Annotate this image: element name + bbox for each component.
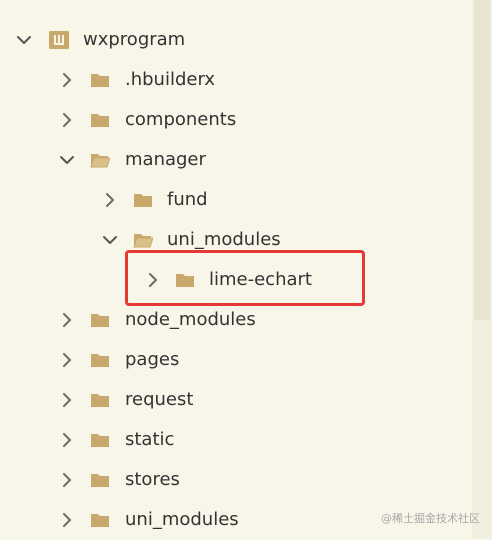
chevron-right-icon[interactable] bbox=[58, 431, 76, 449]
tree-item-label: stores bbox=[125, 469, 180, 490]
tree-item-request[interactable]: request bbox=[0, 380, 472, 420]
tree-item-stores[interactable]: stores bbox=[0, 460, 472, 500]
folder-icon bbox=[90, 311, 110, 329]
folder-open-icon bbox=[133, 231, 153, 249]
chevron-right-icon[interactable] bbox=[58, 511, 76, 529]
folder-icon bbox=[90, 71, 110, 89]
folder-icon bbox=[90, 431, 110, 449]
tree-item-pages[interactable]: pages bbox=[0, 340, 472, 380]
tree-item-label: node_modules bbox=[125, 309, 256, 330]
chevron-right-icon[interactable] bbox=[101, 191, 119, 209]
tree-item-label: request bbox=[125, 389, 194, 410]
chevron-right-icon[interactable] bbox=[58, 471, 76, 489]
tree-item-label: .hbuilderx bbox=[125, 69, 216, 90]
chevron-down-icon[interactable] bbox=[15, 31, 33, 49]
folder-icon bbox=[90, 351, 110, 369]
tree-item-label: components bbox=[125, 109, 237, 130]
tree-item-label: uni_modules bbox=[125, 509, 239, 530]
chevron-down-icon[interactable] bbox=[58, 151, 76, 169]
folder-open-icon bbox=[90, 151, 110, 169]
tree-item-components[interactable]: components bbox=[0, 100, 472, 140]
tree-item-wxprogram[interactable]: wxprogram bbox=[0, 20, 472, 60]
tree-item-fund[interactable]: fund bbox=[0, 180, 472, 220]
chevron-right-icon[interactable] bbox=[58, 111, 76, 129]
tree-item-label: static bbox=[125, 429, 175, 450]
watermark-text: @稀土掘金技术社区 bbox=[381, 512, 480, 525]
folder-icon bbox=[133, 191, 153, 209]
tree-item-hbuilderx[interactable]: .hbuilderx bbox=[0, 60, 472, 100]
chevron-right-icon[interactable] bbox=[58, 311, 76, 329]
chevron-right-icon[interactable] bbox=[58, 391, 76, 409]
tree-item-label: manager bbox=[125, 149, 206, 170]
tree-item-label: pages bbox=[125, 349, 180, 370]
tree-item-node-modules[interactable]: node_modules bbox=[0, 300, 472, 340]
tree-item-static[interactable]: static bbox=[0, 420, 472, 460]
folder-icon bbox=[90, 111, 110, 129]
scrollbar-thumb[interactable] bbox=[474, 0, 490, 320]
tree-item-label: fund bbox=[167, 189, 208, 210]
chevron-right-icon[interactable] bbox=[58, 71, 76, 89]
folder-icon bbox=[90, 511, 110, 529]
folder-icon bbox=[90, 391, 110, 409]
tree-item-manager[interactable]: manager bbox=[0, 140, 472, 180]
folder-icon bbox=[90, 471, 110, 489]
highlight-box bbox=[125, 250, 365, 306]
project-icon bbox=[48, 30, 70, 50]
tree-item-label: uni_modules bbox=[167, 229, 281, 250]
chevron-down-icon[interactable] bbox=[101, 231, 119, 249]
chevron-right-icon[interactable] bbox=[58, 351, 76, 369]
tree-item-label: wxprogram bbox=[83, 29, 186, 50]
